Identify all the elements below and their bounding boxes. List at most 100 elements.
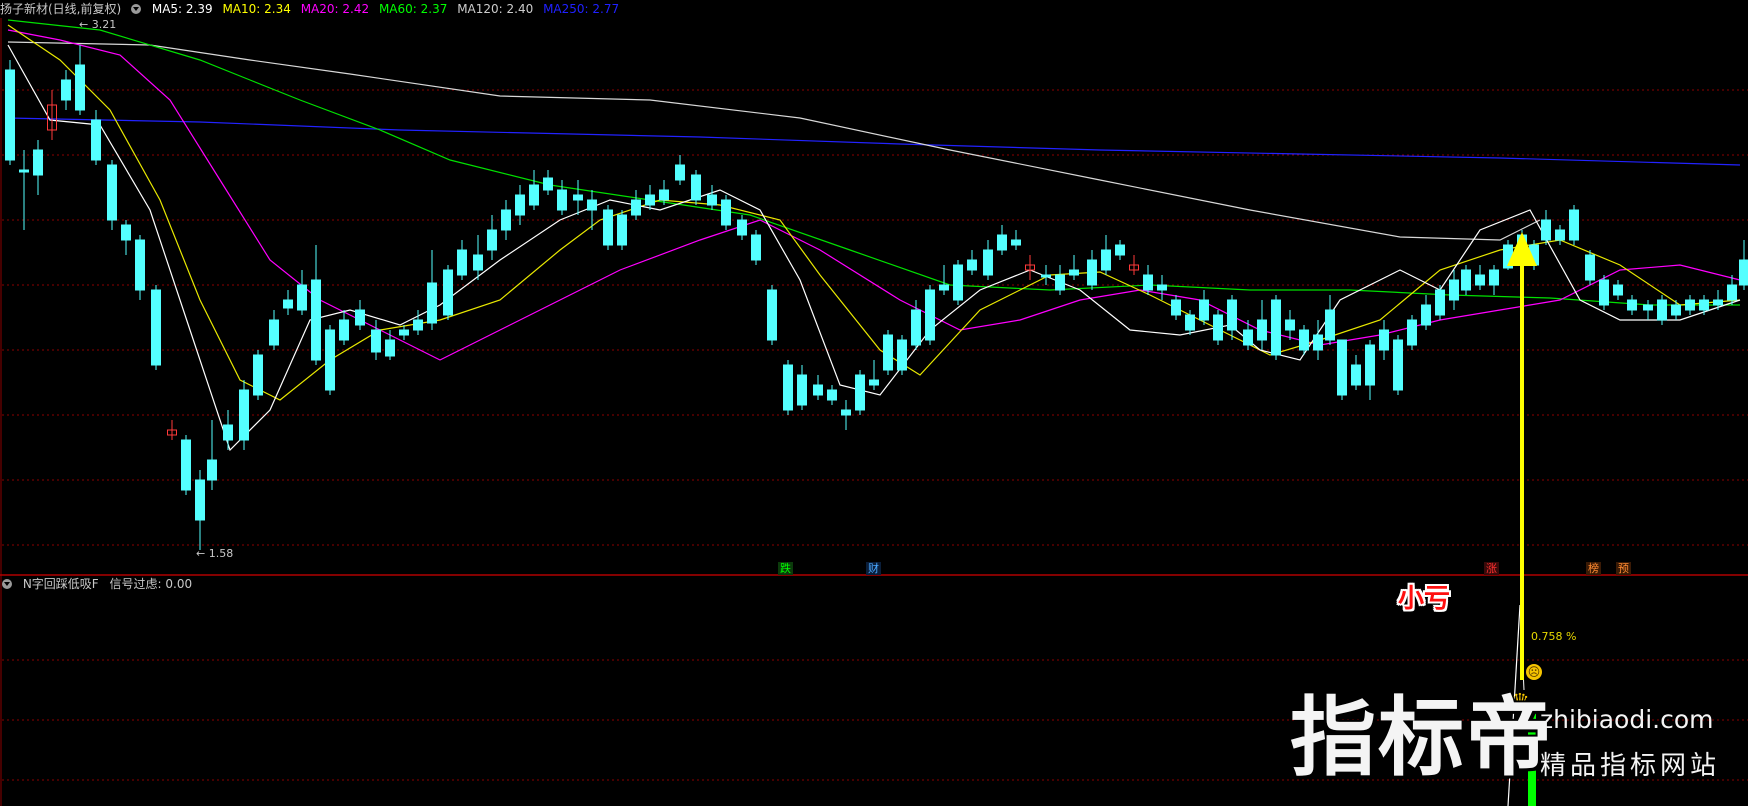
ma120-line (7, 41, 1541, 241)
candlesticks (5, 45, 1748, 550)
candle-body (1041, 274, 1051, 278)
candle-body (1713, 299, 1723, 306)
candle-body (1087, 259, 1097, 286)
ma60-label: MA60: 2.37 (378, 2, 448, 16)
candle-body (355, 309, 365, 326)
candle-body (939, 284, 949, 291)
candle-body (855, 374, 865, 411)
candle-body (587, 199, 597, 211)
candle-body (783, 364, 793, 411)
candle-body (897, 339, 907, 371)
high-price-label: ← 3.21 (79, 18, 117, 31)
candle-body (91, 119, 101, 161)
candle-body (691, 174, 701, 201)
candle-body (223, 424, 233, 441)
indicator-header: N字回踩低吸F 信号过虑: 0.00 (0, 575, 199, 593)
candle-body (1461, 269, 1471, 291)
candle-body (813, 384, 823, 396)
percent-readout: 0.758 % (1531, 630, 1576, 643)
dropdown-circle-icon[interactable] (2, 579, 12, 589)
indicator-name: N字回踩低吸F (22, 577, 99, 591)
candle-body (399, 329, 409, 336)
ma250-label: MA250: 2.77 (543, 2, 620, 16)
candle-body (1739, 259, 1748, 286)
candle-body (1351, 364, 1361, 386)
sad-face-icon: ☹ (1526, 664, 1542, 680)
candle-body (487, 229, 497, 251)
candle-body (269, 319, 279, 346)
low-price-value: 1.58 (208, 547, 234, 560)
candle-body (121, 224, 131, 241)
signal-tag-cai: 财 (866, 562, 881, 575)
candle-body (1337, 339, 1347, 396)
candle-body (135, 239, 145, 291)
candle-body (1643, 304, 1653, 311)
candle-body (413, 319, 423, 331)
candle-body (1627, 299, 1637, 311)
signal-tag-bang: 榜 (1586, 562, 1601, 575)
candle-body (443, 269, 453, 316)
candle-body (675, 164, 685, 181)
candle-body (1325, 309, 1335, 341)
candle-body (1213, 314, 1223, 341)
candle-body (207, 459, 217, 481)
kline-chart[interactable] (0, 0, 1748, 806)
candle-body (573, 194, 583, 201)
candle-body (797, 374, 807, 406)
candle-body (1199, 299, 1209, 321)
candle-body (1115, 244, 1125, 256)
candle-body (1101, 249, 1111, 271)
candle-body (707, 194, 717, 206)
candle-body (1285, 319, 1295, 331)
candle-body (529, 184, 539, 206)
candle-body (603, 209, 613, 246)
high-price-value: 3.21 (91, 18, 117, 31)
candle-body (1407, 319, 1417, 346)
candle-body (61, 79, 71, 101)
candle-body (983, 249, 993, 276)
low-price-label: ← 1.58 (196, 547, 234, 560)
candle-body (1541, 219, 1551, 241)
candle-body (1379, 329, 1389, 351)
candle-body (557, 189, 567, 211)
ma250-line (7, 117, 1741, 166)
candle-body (75, 64, 85, 111)
dropdown-circle-icon[interactable] (131, 4, 142, 14)
signal-tag-yu: 预 (1616, 562, 1631, 575)
candle-body (19, 169, 29, 173)
candle-body (631, 199, 641, 216)
ma10-line (7, 24, 1741, 401)
signal-tag-die: 跌 (778, 562, 793, 575)
candle-body (297, 284, 307, 311)
candle-body (925, 289, 935, 341)
candle-body (1727, 284, 1737, 301)
candle-body (385, 339, 395, 357)
percent-number: 0.758 (1531, 630, 1563, 643)
candle-body (311, 279, 321, 361)
candle-body (1599, 279, 1609, 306)
annotation-small-loss: 小亏 (1398, 584, 1451, 614)
candle-body (33, 149, 43, 176)
candle-body (1699, 299, 1709, 311)
candle-body (371, 329, 381, 353)
candle-body (427, 282, 437, 324)
candle-body (1671, 304, 1681, 316)
watermark-url: zhibiaodi.com (1540, 705, 1714, 734)
candle-body (767, 289, 777, 341)
candle-body (883, 334, 893, 371)
watermark-brand: 指标帝 (1290, 688, 1554, 788)
ma10-label: MA10: 2.34 (222, 2, 291, 16)
candle-body (339, 319, 349, 341)
candle-body (5, 69, 15, 161)
candle-body (515, 194, 525, 216)
candle-body (1569, 209, 1579, 241)
candle-body (737, 219, 747, 236)
candle-body (967, 259, 977, 271)
ma120-label: MA120: 2.40 (457, 2, 534, 16)
candle-body (501, 209, 511, 231)
watermark-slogan: 精品指标网站 (1540, 751, 1721, 781)
candle-body (1393, 339, 1403, 391)
candle-body (1657, 299, 1667, 321)
candle-body (911, 309, 921, 346)
ma5-label: MA5: 2.39 (151, 2, 213, 16)
